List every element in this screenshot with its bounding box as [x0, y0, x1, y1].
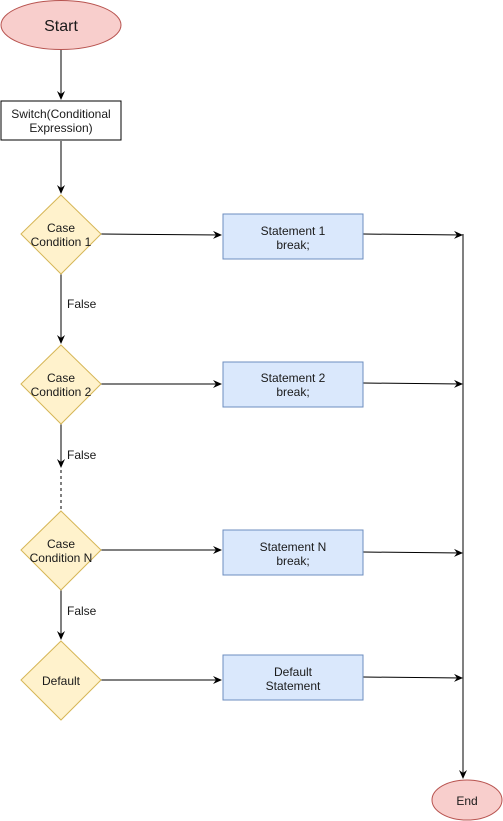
edge-case1-to-stmt1: [100, 230, 222, 239]
stmt2-node[interactable]: Statement 2 break;: [222, 361, 364, 408]
default-node[interactable]: Default: [20, 640, 102, 721]
switch-node[interactable]: Switch(Conditional Expression): [0, 100, 122, 141]
edge-label-false-1: False: [67, 297, 97, 311]
case2-label-line1: Case: [47, 371, 75, 385]
edge-label-false-2: False: [67, 448, 97, 462]
caseN-node[interactable]: Case Condition N: [20, 510, 102, 591]
stmtN-node[interactable]: Statement N break;: [222, 529, 364, 576]
edge-stmt1-to-bus: [362, 230, 463, 239]
default-label: Default: [42, 674, 81, 688]
start-node[interactable]: Start: [0, 0, 122, 50]
stmtN-label-line1: Statement N: [260, 540, 327, 554]
edge-stmtdefault-to-bus: [362, 673, 463, 682]
caseN-label-line1: Case: [47, 537, 75, 551]
case2-node[interactable]: Case Condition 2: [20, 344, 102, 425]
stmtN-label-line2: break;: [276, 554, 309, 568]
case1-node[interactable]: Case Condition 1: [20, 194, 102, 275]
start-label: Start: [44, 18, 78, 35]
flowchart-canvas: False False False Start Switch(Condition…: [0, 0, 503, 821]
stmt1-node[interactable]: Statement 1 break;: [222, 213, 364, 260]
caseN-label-line2: Condition N: [30, 551, 93, 565]
end-label: End: [456, 794, 477, 808]
stmt1-label-line1: Statement 1: [261, 224, 326, 238]
edge-stmt2-to-bus: [362, 379, 463, 388]
stmt2-label-line2: break;: [276, 385, 309, 399]
case1-label-line2: Condition 1: [31, 235, 92, 249]
edge-stmtN-to-bus: [362, 548, 463, 557]
edge-label-false-3: False: [67, 604, 97, 618]
stmtdefault-label-line2: Statement: [266, 679, 321, 693]
stmtdefault-label-line1: Default: [274, 665, 313, 679]
stmt1-label-line2: break;: [276, 238, 309, 252]
stmtdefault-node[interactable]: Default Statement: [222, 654, 364, 701]
case2-label-line2: Condition 2: [31, 385, 92, 399]
end-node[interactable]: End: [431, 779, 503, 821]
stmt2-label-line1: Statement 2: [261, 371, 326, 385]
case1-label-line1: Case: [47, 221, 75, 235]
switch-label-line1: Switch(Conditional: [11, 107, 110, 121]
switch-label-line2: Expression): [29, 121, 92, 135]
